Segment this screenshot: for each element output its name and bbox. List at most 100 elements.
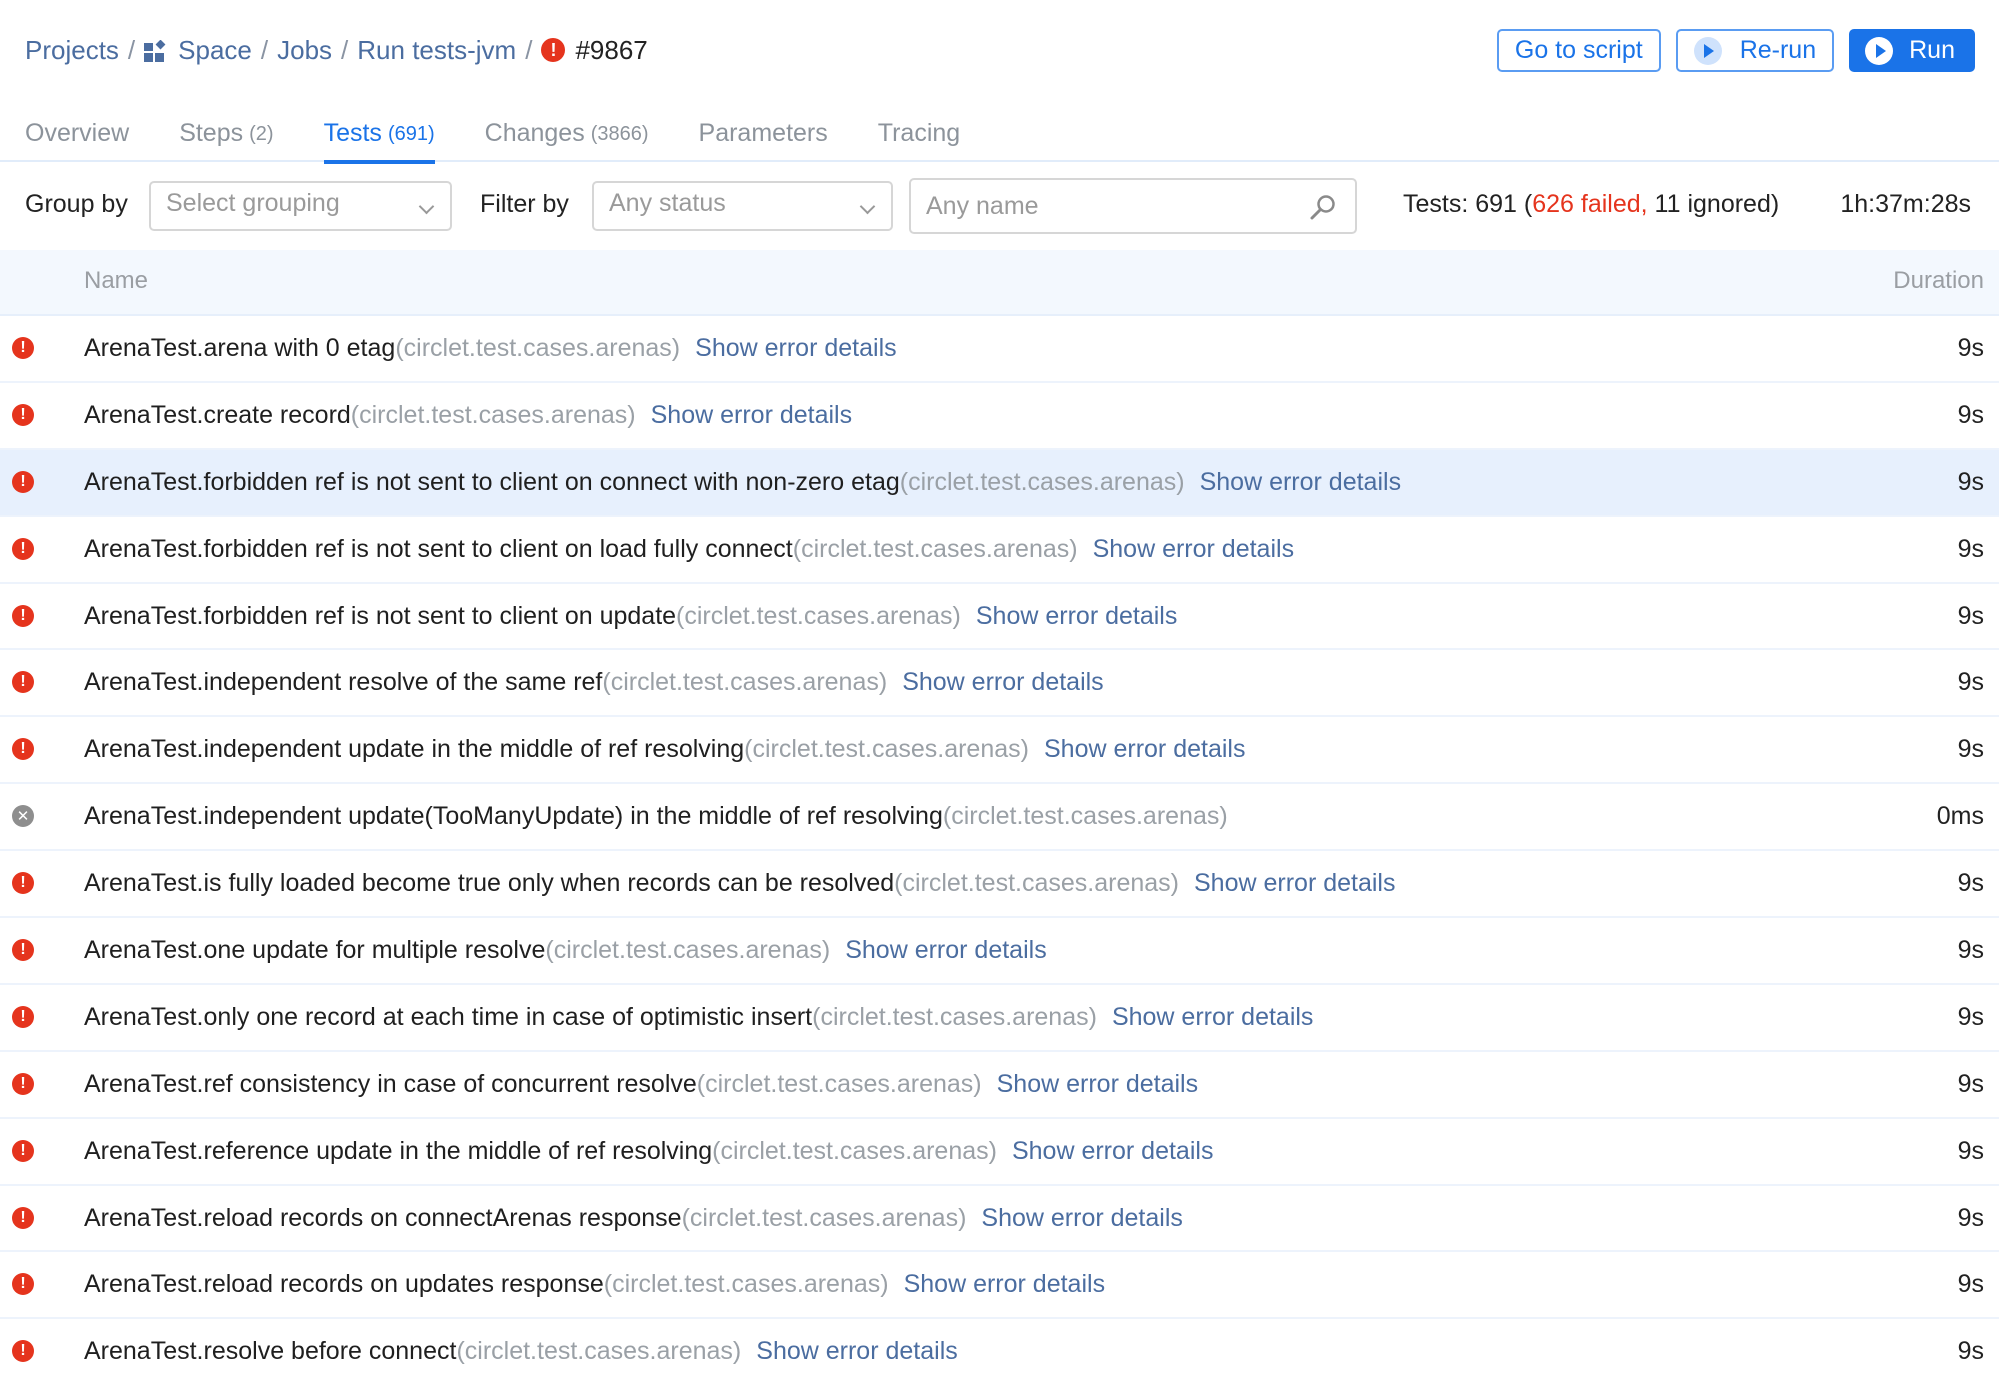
summary-suffix: 11 ignored) <box>1647 190 1780 218</box>
test-name-cell: ArenaTest.independent update in the midd… <box>84 735 1245 764</box>
table-row[interactable]: ! ArenaTest.is fully loaded become true o… <box>0 851 1999 919</box>
table-row[interactable]: ! ArenaTest.one update for multiple resol… <box>0 918 1999 985</box>
tab-bar: Overview Steps (2) Tests (691) Changes (… <box>0 110 1999 164</box>
failed-status-icon: ! <box>12 939 34 962</box>
test-name-cell: ArenaTest.one update for multiple resolv… <box>84 936 1047 965</box>
column-header-name[interactable]: Name <box>84 267 148 295</box>
search-icon[interactable] <box>1309 193 1337 221</box>
show-error-details-link[interactable]: Show error details <box>1044 735 1245 763</box>
run-button[interactable]: Run <box>1849 29 1975 72</box>
tab-steps[interactable]: Steps (2) <box>179 110 273 162</box>
group-by-select[interactable]: Select grouping <box>149 181 452 231</box>
failed-status-icon: ! <box>12 470 34 493</box>
show-error-details-link[interactable]: Show error details <box>1200 468 1401 496</box>
table-row[interactable]: ! ArenaTest.forbidden ref is not sent to … <box>0 449 1999 517</box>
test-duration: 9s <box>1957 534 1984 563</box>
failed-status-icon: ! <box>12 604 34 627</box>
test-package: (circlet.test.cases.arenas) <box>812 1002 1097 1031</box>
ignored-status-icon: ✕ <box>12 805 34 828</box>
test-duration: 9s <box>1957 1136 1984 1165</box>
failed-status-icon: ! <box>12 1340 34 1363</box>
table-row[interactable]: ! ArenaTest.reference update in the middl… <box>0 1119 1999 1186</box>
tab-changes[interactable]: Changes (3866) <box>485 110 649 162</box>
show-error-details-link[interactable]: Show error details <box>1194 869 1395 897</box>
test-duration: 9s <box>1957 1270 1984 1299</box>
test-name-cell: ArenaTest.resolve before connect(circlet… <box>84 1337 958 1366</box>
breadcrumb-jobs[interactable]: Jobs <box>277 35 332 66</box>
show-error-details-link[interactable]: Show error details <box>695 334 896 362</box>
failed-status-icon: ! <box>12 671 34 694</box>
column-header-duration[interactable]: Duration <box>1893 267 1984 295</box>
table-row[interactable]: ! ArenaTest.create record(circlet.test.ca… <box>0 383 1999 450</box>
tab-overview[interactable]: Overview <box>25 110 129 162</box>
show-error-details-link[interactable]: Show error details <box>1112 1003 1313 1031</box>
table-row[interactable]: ! ArenaTest.ref consistency in case of co… <box>0 1052 1999 1119</box>
go-to-script-label: Go to script <box>1514 36 1643 64</box>
show-error-details-link[interactable]: Show error details <box>997 1070 1198 1098</box>
test-package: (circlet.test.cases.arenas) <box>545 936 831 965</box>
name-search-input[interactable] <box>926 192 1296 221</box>
tab-parameters[interactable]: Parameters <box>699 110 828 162</box>
breadcrumb-space[interactable]: Space <box>144 35 252 66</box>
show-error-details-link[interactable]: Show error details <box>756 1337 957 1365</box>
show-error-details-link[interactable]: Show error details <box>651 401 852 429</box>
rerun-button[interactable]: Re-run <box>1675 29 1835 72</box>
tab-label: Changes <box>484 119 585 147</box>
test-name: ArenaTest.ref consistency in case of con… <box>84 1069 697 1098</box>
name-search-field[interactable] <box>909 178 1357 234</box>
table-row[interactable]: ! ArenaTest.forbidden ref is not sent to … <box>0 517 1999 584</box>
show-error-details-link[interactable]: Show error details <box>981 1204 1182 1232</box>
test-name: ArenaTest.reference update in the middle… <box>84 1136 713 1165</box>
test-name: ArenaTest.forbidden ref is not sent to c… <box>84 534 793 563</box>
test-duration: 9s <box>1957 936 1984 965</box>
breadcrumb-projects[interactable]: Projects <box>25 35 119 66</box>
failed-status-icon: ! <box>12 738 34 761</box>
test-name-cell: ArenaTest.forbidden ref is not sent to c… <box>84 468 1401 497</box>
table-header: Name Duration <box>0 250 1999 316</box>
show-error-details-link[interactable]: Show error details <box>904 1270 1105 1298</box>
test-duration: 9s <box>1957 1002 1984 1031</box>
test-name-cell: ArenaTest.forbidden ref is not sent to c… <box>84 535 1294 564</box>
show-error-details-link[interactable]: Show error details <box>902 668 1103 696</box>
test-duration: 9s <box>1957 1069 1984 1098</box>
test-package: (circlet.test.cases.arenas) <box>712 1136 997 1165</box>
test-duration: 9s <box>1957 601 1984 630</box>
table-row[interactable]: ✕ ArenaTest.independent update(TooManyUpd… <box>0 784 1999 852</box>
tab-tracing[interactable]: Tracing <box>878 110 960 162</box>
table-row[interactable]: ! ArenaTest.reload records on connectAren… <box>0 1186 1999 1253</box>
table-row[interactable]: ! ArenaTest.only one record at each time … <box>0 985 1999 1052</box>
test-name: ArenaTest.independent update in the midd… <box>84 735 745 764</box>
table-row[interactable]: ! ArenaTest.forbidden ref is not sent to … <box>0 584 1999 651</box>
test-duration: 9s <box>1957 1337 1984 1366</box>
filter-by-label: Filter by <box>480 190 569 218</box>
test-name: ArenaTest.create record <box>84 400 351 429</box>
test-duration: 0ms <box>1936 802 1984 831</box>
test-package: (circlet.test.cases.arenas) <box>681 1203 967 1232</box>
test-package: (circlet.test.cases.arenas) <box>456 1337 742 1366</box>
play-icon <box>1865 36 1894 65</box>
test-name-cell: ArenaTest.is fully loaded become true on… <box>84 869 1395 898</box>
tab-tests[interactable]: Tests (691) <box>323 110 435 164</box>
show-error-details-link[interactable]: Show error details <box>976 602 1177 630</box>
test-name-cell: ArenaTest.reference update in the middle… <box>84 1137 1213 1166</box>
go-to-script-button[interactable]: Go to script <box>1496 29 1661 72</box>
table-row[interactable]: ! ArenaTest.independent resolve of the sa… <box>0 650 1999 718</box>
show-error-details-link[interactable]: Show error details <box>1093 535 1294 563</box>
test-name: ArenaTest.forbidden ref is not sent to c… <box>84 467 900 496</box>
tab-count: (2) <box>249 123 274 145</box>
show-error-details-link[interactable]: Show error details <box>1012 1137 1213 1165</box>
summary-prefix: Tests: 691 ( <box>1403 190 1533 218</box>
status-filter-select[interactable]: Any status <box>592 181 893 231</box>
table-row[interactable]: ! ArenaTest.independent update in the mid… <box>0 717 1999 785</box>
table-row[interactable]: ! ArenaTest.resolve before connect(circle… <box>0 1319 1999 1380</box>
failed-status-icon: ! <box>12 537 34 560</box>
table-row[interactable]: ! ArenaTest.reload records on updates res… <box>0 1252 1999 1320</box>
test-package: (circlet.test.cases.arenas) <box>899 467 1185 496</box>
failed-status-icon: ! <box>12 872 34 895</box>
chevron-down-icon <box>859 198 876 215</box>
show-error-details-link[interactable]: Show error details <box>845 936 1046 964</box>
tab-label: Tracing <box>877 119 961 147</box>
test-name-cell: ArenaTest.reload records on connectArena… <box>84 1204 1183 1233</box>
breadcrumb-job-name[interactable]: Run tests-jvm <box>357 35 516 66</box>
table-row[interactable]: ! ArenaTest.arena with 0 etag(circlet.tes… <box>0 316 1999 383</box>
